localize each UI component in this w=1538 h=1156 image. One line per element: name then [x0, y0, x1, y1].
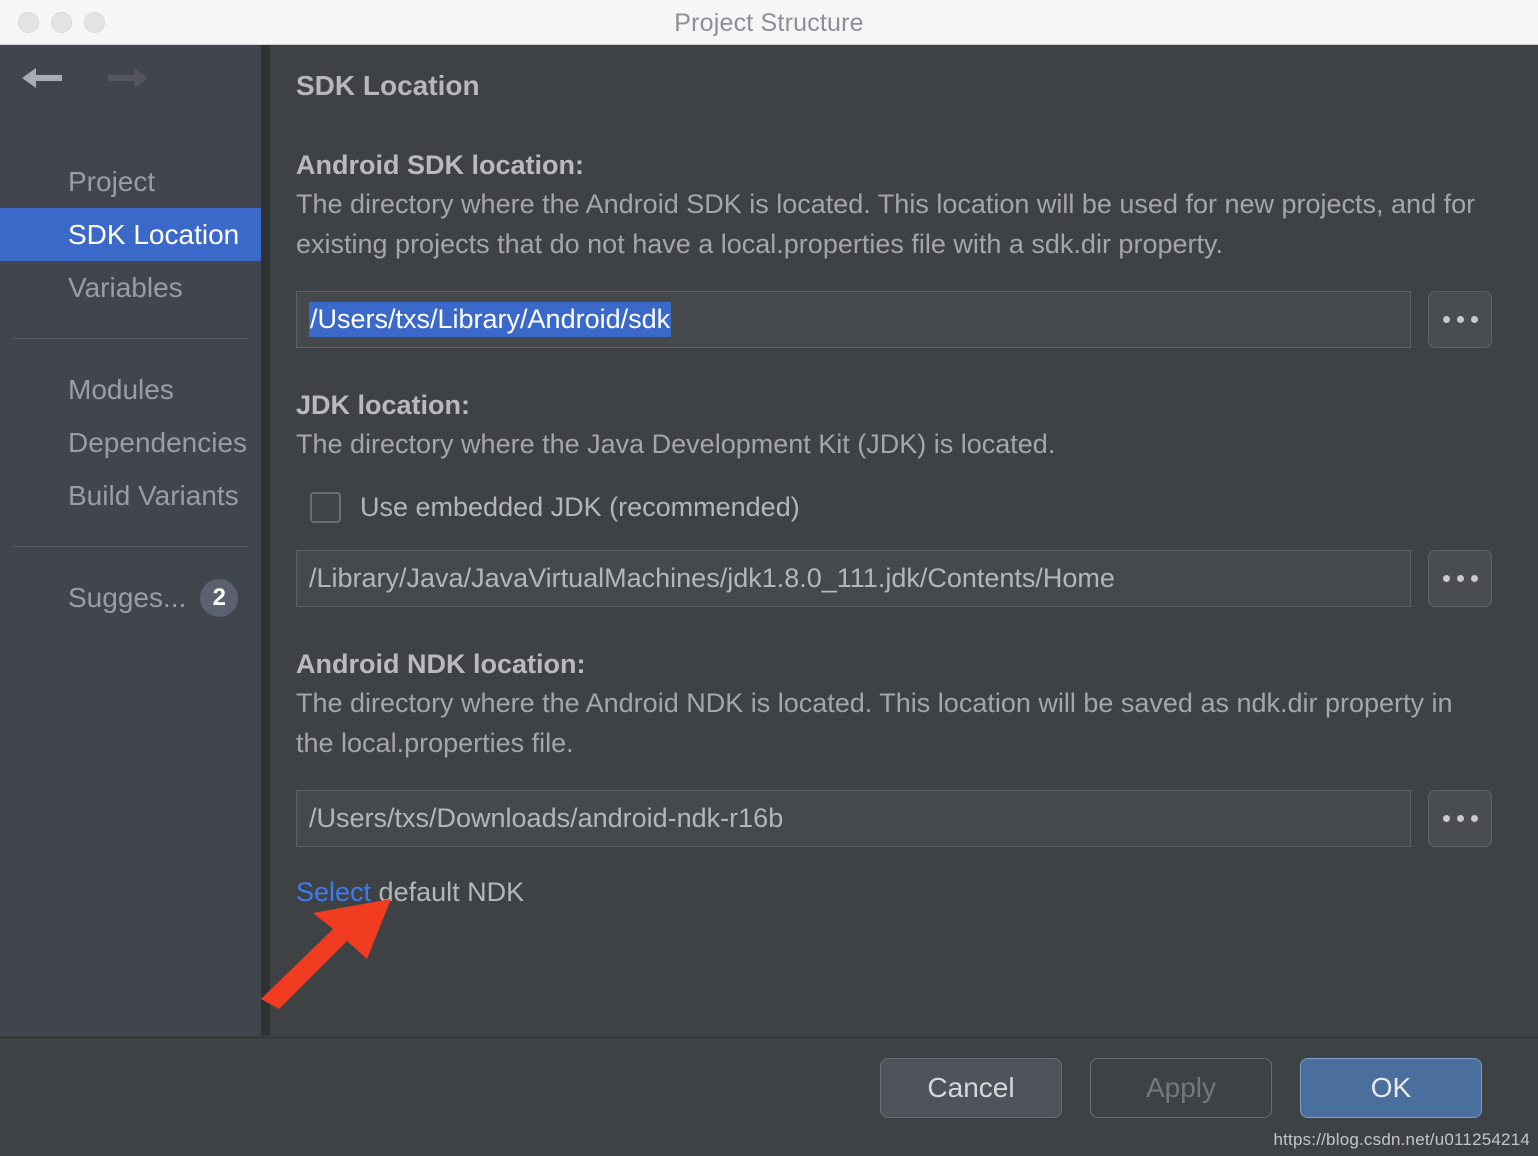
arrow-left-icon[interactable] — [20, 63, 64, 93]
sidebar-item-label: Sugges... — [68, 581, 187, 613]
android-sdk-description: The directory where the Android SDK is l… — [296, 189, 1476, 259]
android-sdk-path-input[interactable]: /Users/txs/Library/Android/sdk — [296, 291, 1411, 348]
jdk-section: JDK location: The directory where the Ja… — [296, 390, 1492, 607]
sidebar-item-label: SDK Location — [68, 219, 240, 250]
select-default-ndk-link[interactable]: Select — [296, 877, 371, 907]
sidebar-item-dependencies[interactable]: Dependencies — [0, 416, 261, 469]
android-sdk-section: Android SDK location: The directory wher… — [296, 150, 1492, 348]
jdk-path-value: /Library/Java/JavaVirtualMachines/jdk1.8… — [309, 563, 1115, 593]
sidebar-item-project[interactable]: Project — [0, 155, 261, 208]
android-ndk-section: Android NDK location: The directory wher… — [296, 649, 1492, 908]
android-sdk-heading: Android SDK location: — [296, 150, 584, 180]
window-title: Project Structure — [674, 9, 864, 37]
jdk-path-input[interactable]: /Library/Java/JavaVirtualMachines/jdk1.8… — [296, 550, 1411, 607]
sidebar-item-modules[interactable]: Modules — [0, 363, 261, 416]
arrow-right-icon — [106, 63, 150, 93]
use-embedded-jdk-checkbox[interactable] — [310, 492, 341, 523]
sdk-location-panel: SDK Location Android SDK location: The d… — [270, 45, 1538, 1036]
sidebar-item-build-variants[interactable]: Build Variants — [0, 469, 261, 522]
sidebar-divider[interactable] — [261, 45, 270, 1036]
android-sdk-path-value: /Users/txs/Library/Android/sdk — [309, 302, 672, 337]
android-ndk-browse-button[interactable] — [1428, 790, 1492, 847]
select-default-ndk-row: Select default NDK — [296, 877, 1492, 908]
ellipsis-icon — [1442, 316, 1478, 323]
android-sdk-browse-button[interactable] — [1428, 291, 1492, 348]
android-ndk-path-input[interactable]: /Users/txs/Downloads/android-ndk-r16b — [296, 790, 1411, 847]
page-title: SDK Location — [296, 70, 480, 101]
watermark-text: https://blog.csdn.net/u011254214 — [1273, 1130, 1530, 1149]
sidebar-nav-list: Project SDK Location Variables Modules D… — [0, 155, 261, 624]
dialog-footer: Cancel Apply OK https://blog.csdn.net/u0… — [0, 1037, 1538, 1156]
cancel-button[interactable]: Cancel — [880, 1058, 1062, 1118]
navigation-arrows — [20, 63, 150, 93]
sidebar-item-label: Dependencies — [68, 427, 248, 458]
jdk-field-row: /Library/Java/JavaVirtualMachines/jdk1.8… — [296, 550, 1492, 607]
sidebar-item-label: Build Variants — [68, 480, 239, 511]
ellipsis-icon — [1442, 575, 1478, 582]
sidebar-item-label: Modules — [68, 374, 174, 405]
dialog-button-bar: Cancel Apply OK — [880, 1058, 1482, 1118]
use-embedded-jdk-row[interactable]: Use embedded JDK (recommended) — [310, 492, 1492, 523]
jdk-heading: JDK location: — [296, 390, 471, 420]
jdk-description: The directory where the Java Development… — [296, 429, 1056, 459]
android-ndk-path-value: /Users/txs/Downloads/android-ndk-r16b — [309, 803, 784, 833]
sidebar-item-label: Variables — [68, 272, 183, 303]
sidebar-item-variables[interactable]: Variables — [0, 261, 261, 314]
android-ndk-field-row: /Users/txs/Downloads/android-ndk-r16b — [296, 790, 1492, 847]
ok-button[interactable]: OK — [1300, 1058, 1482, 1118]
apply-button: Apply — [1090, 1058, 1272, 1118]
sidebar-item-label: Project — [68, 166, 156, 197]
ellipsis-icon — [1442, 815, 1478, 822]
sidebar-item-sdk-location[interactable]: SDK Location — [0, 208, 261, 261]
select-default-ndk-suffix: default NDK — [371, 877, 525, 907]
suggestions-count-badge: 2 — [200, 578, 239, 617]
sidebar-separator-2 — [14, 546, 247, 547]
android-sdk-field-row: /Users/txs/Library/Android/sdk — [296, 291, 1492, 348]
sidebar-item-suggestions[interactable]: Sugges... 2 — [0, 571, 261, 624]
use-embedded-jdk-label: Use embedded JDK (recommended) — [360, 492, 800, 522]
sidebar: Project SDK Location Variables Modules D… — [0, 45, 261, 1036]
jdk-browse-button[interactable] — [1428, 550, 1492, 607]
android-ndk-heading: Android NDK location: — [296, 649, 586, 679]
window-titlebar: Project Structure — [0, 0, 1538, 45]
sidebar-separator-1 — [14, 338, 247, 339]
project-structure-dialog: Project Structure Project SDK Location V… — [0, 0, 1538, 1156]
android-ndk-description: The directory where the Android NDK is l… — [296, 688, 1453, 758]
